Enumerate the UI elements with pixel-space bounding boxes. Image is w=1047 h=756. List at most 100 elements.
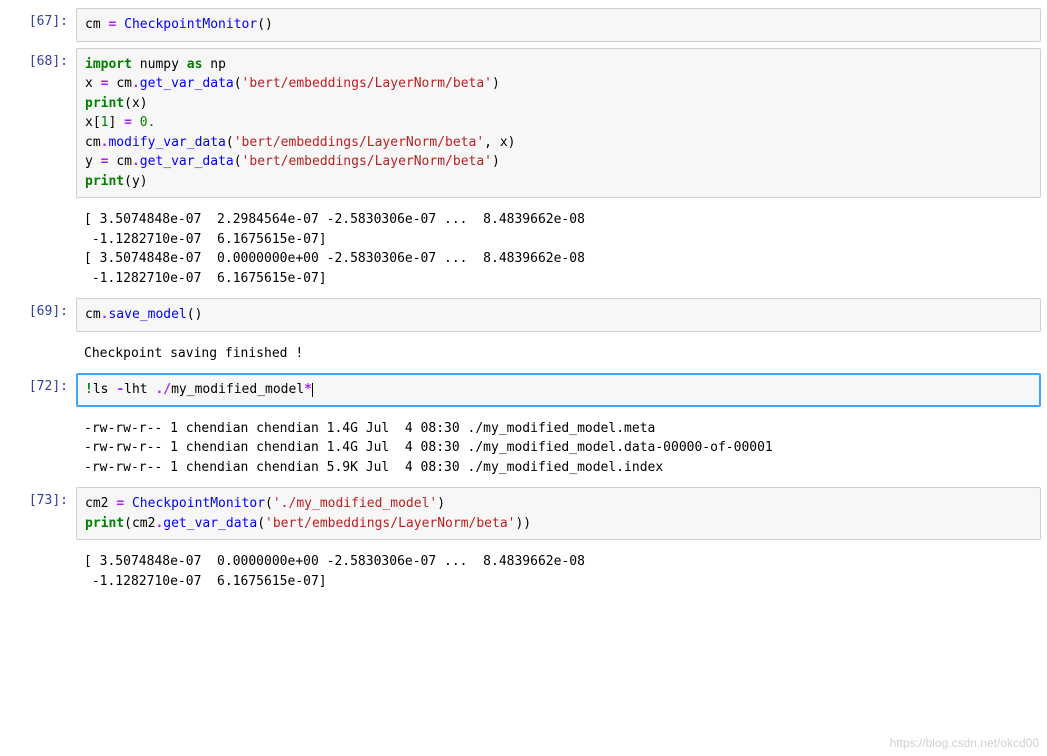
code-cell: [73]:cm2 = CheckpointMonitor('./my_modif… bbox=[0, 487, 1047, 540]
code-token: ( bbox=[257, 516, 265, 531]
output-text: [ 3.5074848e-07 2.2984564e-07 -2.5830306… bbox=[76, 204, 1041, 292]
code-token: cm bbox=[85, 135, 101, 150]
code-token: ) bbox=[492, 154, 500, 169]
code-token: cm bbox=[85, 17, 101, 32]
code-token: cm bbox=[85, 307, 101, 322]
notebook-container: [67]:cm = CheckpointMonitor()[68]:import… bbox=[0, 8, 1047, 595]
cell-body: [ 3.5074848e-07 0.0000000e+00 -2.5830306… bbox=[76, 546, 1041, 595]
code-token: ) bbox=[140, 96, 148, 111]
code-input[interactable]: cm = CheckpointMonitor() bbox=[76, 8, 1041, 42]
code-token: ls bbox=[93, 382, 109, 397]
code-token: - bbox=[116, 382, 124, 397]
code-token bbox=[124, 496, 132, 511]
output-prompt bbox=[6, 338, 76, 344]
code-token: = bbox=[124, 115, 132, 130]
output-text: Checkpoint saving finished ! bbox=[76, 338, 1041, 368]
code-cell: [69]:cm.save_model() bbox=[0, 298, 1047, 332]
code-token: () bbox=[257, 17, 273, 32]
code-token: ( bbox=[124, 516, 132, 531]
code-token: x bbox=[132, 96, 140, 111]
code-token: ( bbox=[265, 496, 273, 511]
cell-body: import numpy as np x = cm.get_var_data('… bbox=[76, 48, 1041, 199]
cell-body: !ls -lht ./my_modified_model* bbox=[76, 373, 1041, 407]
output-cell: [ 3.5074848e-07 0.0000000e+00 -2.5830306… bbox=[0, 546, 1047, 595]
input-prompt: [72]: bbox=[6, 373, 76, 394]
code-token: CheckpointMonitor bbox=[124, 17, 257, 32]
code-token: print bbox=[85, 174, 124, 189]
code-input[interactable]: !ls -lht ./my_modified_model* bbox=[76, 373, 1041, 407]
code-token: ( bbox=[234, 76, 242, 91]
code-token: ( bbox=[234, 154, 242, 169]
code-token: print bbox=[85, 516, 124, 531]
code-token: 'bert/embeddings/LayerNorm/beta' bbox=[242, 154, 492, 169]
code-token: import bbox=[85, 57, 132, 72]
code-token: cm2 bbox=[85, 496, 108, 511]
code-token: modify_var_data bbox=[108, 135, 225, 150]
cell-body: cm2 = CheckpointMonitor('./my_modified_m… bbox=[76, 487, 1041, 540]
code-token: cm bbox=[116, 154, 132, 169]
code-token bbox=[93, 154, 101, 169]
input-prompt: [68]: bbox=[6, 48, 76, 69]
input-prompt: [73]: bbox=[6, 487, 76, 508]
code-token: 0. bbox=[140, 115, 156, 130]
code-token: 'bert/embeddings/LayerNorm/beta' bbox=[242, 76, 492, 91]
code-token bbox=[116, 115, 124, 130]
output-prompt bbox=[6, 413, 76, 419]
output-prompt bbox=[6, 546, 76, 552]
output-text: -rw-rw-r-- 1 chendian chendian 1.4G Jul … bbox=[76, 413, 1041, 482]
code-token: * bbox=[304, 382, 312, 397]
code-input[interactable]: import numpy as np x = cm.get_var_data('… bbox=[76, 48, 1041, 199]
code-token: y bbox=[85, 154, 93, 169]
code-token: ) bbox=[437, 496, 445, 511]
code-token bbox=[93, 76, 101, 91]
code-cell: [72]:!ls -lht ./my_modified_model* bbox=[0, 373, 1047, 407]
cell-body: [ 3.5074848e-07 2.2984564e-07 -2.5830306… bbox=[76, 204, 1041, 292]
code-cell: [68]:import numpy as np x = cm.get_var_d… bbox=[0, 48, 1047, 199]
code-token: / bbox=[163, 382, 171, 397]
code-input[interactable]: cm.save_model() bbox=[76, 298, 1041, 332]
output-cell: [ 3.5074848e-07 2.2984564e-07 -2.5830306… bbox=[0, 204, 1047, 292]
code-token: ) bbox=[508, 135, 516, 150]
text-cursor bbox=[312, 383, 313, 397]
code-token: 'bert/embeddings/LayerNorm/beta' bbox=[234, 135, 484, 150]
cell-body: cm.save_model() bbox=[76, 298, 1041, 332]
code-token: ( bbox=[124, 96, 132, 111]
watermark-text: https://blog.csdn.net/okcd00 bbox=[890, 736, 1039, 750]
code-token: get_var_data bbox=[140, 154, 234, 169]
code-input[interactable]: cm2 = CheckpointMonitor('./my_modified_m… bbox=[76, 487, 1041, 540]
code-token: () bbox=[187, 307, 203, 322]
code-token bbox=[132, 115, 140, 130]
code-cell: [67]:cm = CheckpointMonitor() bbox=[0, 8, 1047, 42]
code-token: my_modified_model bbox=[171, 382, 304, 397]
code-token: cm2 bbox=[132, 516, 155, 531]
code-token: as bbox=[187, 57, 203, 72]
code-token bbox=[179, 57, 187, 72]
code-token: lht bbox=[124, 382, 147, 397]
input-prompt: [67]: bbox=[6, 8, 76, 29]
code-token: x bbox=[85, 115, 93, 130]
code-token bbox=[132, 57, 140, 72]
code-token: get_var_data bbox=[140, 76, 234, 91]
code-token bbox=[492, 135, 500, 150]
code-token: )) bbox=[515, 516, 531, 531]
code-token: numpy bbox=[140, 57, 179, 72]
code-token: = bbox=[116, 496, 124, 511]
code-token: , bbox=[484, 135, 492, 150]
code-token: ! bbox=[85, 382, 93, 397]
code-token: './my_modified_model' bbox=[273, 496, 437, 511]
code-token bbox=[116, 17, 124, 32]
cell-body: -rw-rw-r-- 1 chendian chendian 1.4G Jul … bbox=[76, 413, 1041, 482]
code-token: print bbox=[85, 96, 124, 111]
code-token: [ bbox=[93, 115, 101, 130]
cell-body: cm = CheckpointMonitor() bbox=[76, 8, 1041, 42]
code-token: 'bert/embeddings/LayerNorm/beta' bbox=[265, 516, 515, 531]
code-token: . bbox=[132, 76, 140, 91]
code-token: np bbox=[210, 57, 226, 72]
input-prompt: [69]: bbox=[6, 298, 76, 319]
output-cell: -rw-rw-r-- 1 chendian chendian 1.4G Jul … bbox=[0, 413, 1047, 482]
code-token: x bbox=[85, 76, 93, 91]
code-token: ( bbox=[124, 174, 132, 189]
code-token: ) bbox=[492, 76, 500, 91]
output-prompt bbox=[6, 204, 76, 210]
code-token: ) bbox=[140, 174, 148, 189]
